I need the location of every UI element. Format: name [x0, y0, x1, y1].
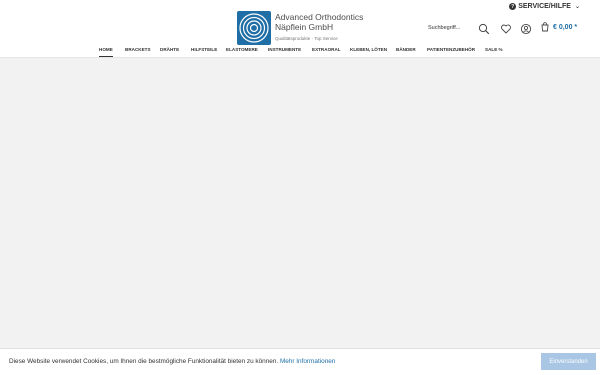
brand-text[interactable]: Advanced Orthodontics Näpflein GmbH Qual…: [275, 12, 363, 41]
nav-item-brackets[interactable]: BRACKETS: [125, 46, 151, 57]
cart-icon: [541, 22, 549, 32]
nav-item-home[interactable]: HOME: [99, 46, 113, 57]
nav-item-baender[interactable]: BÄNDER: [396, 46, 416, 57]
accept-cookies-button[interactable]: Einverstanden: [541, 353, 596, 370]
nav-item-draehte[interactable]: DRÄHTE: [160, 46, 179, 57]
brand-line-2: Näpflein GmbH: [275, 21, 334, 32]
question-icon: ?: [509, 3, 517, 10]
search-input[interactable]: Suchbegriff...: [428, 25, 460, 31]
nav-item-elastomere[interactable]: ELASTOMERE: [226, 46, 258, 57]
brand-tagline: Qualitätsprodukte · Top Service: [275, 35, 338, 41]
nav-item-sale[interactable]: SALE %: [485, 46, 503, 57]
heart-icon[interactable]: [500, 22, 512, 34]
cookie-message-line: Diese Website verwendet Cookies, um Ihne…: [9, 358, 335, 365]
account-icon[interactable]: [520, 22, 532, 35]
logo-rings-icon: [239, 13, 269, 43]
nav-item-hilfsteile[interactable]: HILFSTEILE: [191, 46, 217, 57]
nav-item-patientenzubehoer[interactable]: PATIENTENZUBEHÖR: [427, 46, 475, 57]
search-icon[interactable]: [478, 22, 490, 35]
chevron-down-icon: ⌄: [574, 4, 580, 10]
service-menu[interactable]: ? SERVICE/HILFE ⌄: [509, 3, 580, 10]
main-navigation: HOME BRACKETS DRÄHTE HILFSTEILE ELASTOME…: [0, 46, 600, 58]
site-header: ? SERVICE/HILFE ⌄ Advanced Orthodontics …: [0, 0, 600, 58]
service-label: SERVICE/HILFE: [518, 3, 571, 10]
nav-item-instrumente[interactable]: INSTRUMENTE: [268, 46, 301, 57]
cart-amount: € 0,00 *: [553, 23, 578, 31]
cart-button[interactable]: € 0,00 *: [540, 22, 577, 32]
more-info-link[interactable]: Mehr Informationen: [280, 358, 335, 365]
logo[interactable]: [237, 11, 271, 45]
nav-item-extraoral[interactable]: EXTRAORAL: [312, 46, 341, 57]
cookie-banner: Diese Website verwendet Cookies, um Ihne…: [0, 348, 600, 375]
nav-item-kleben-loeten[interactable]: KLEBEN, LÖTEN: [350, 46, 387, 57]
cookie-message: Diese Website verwendet Cookies, um Ihne…: [9, 358, 279, 365]
